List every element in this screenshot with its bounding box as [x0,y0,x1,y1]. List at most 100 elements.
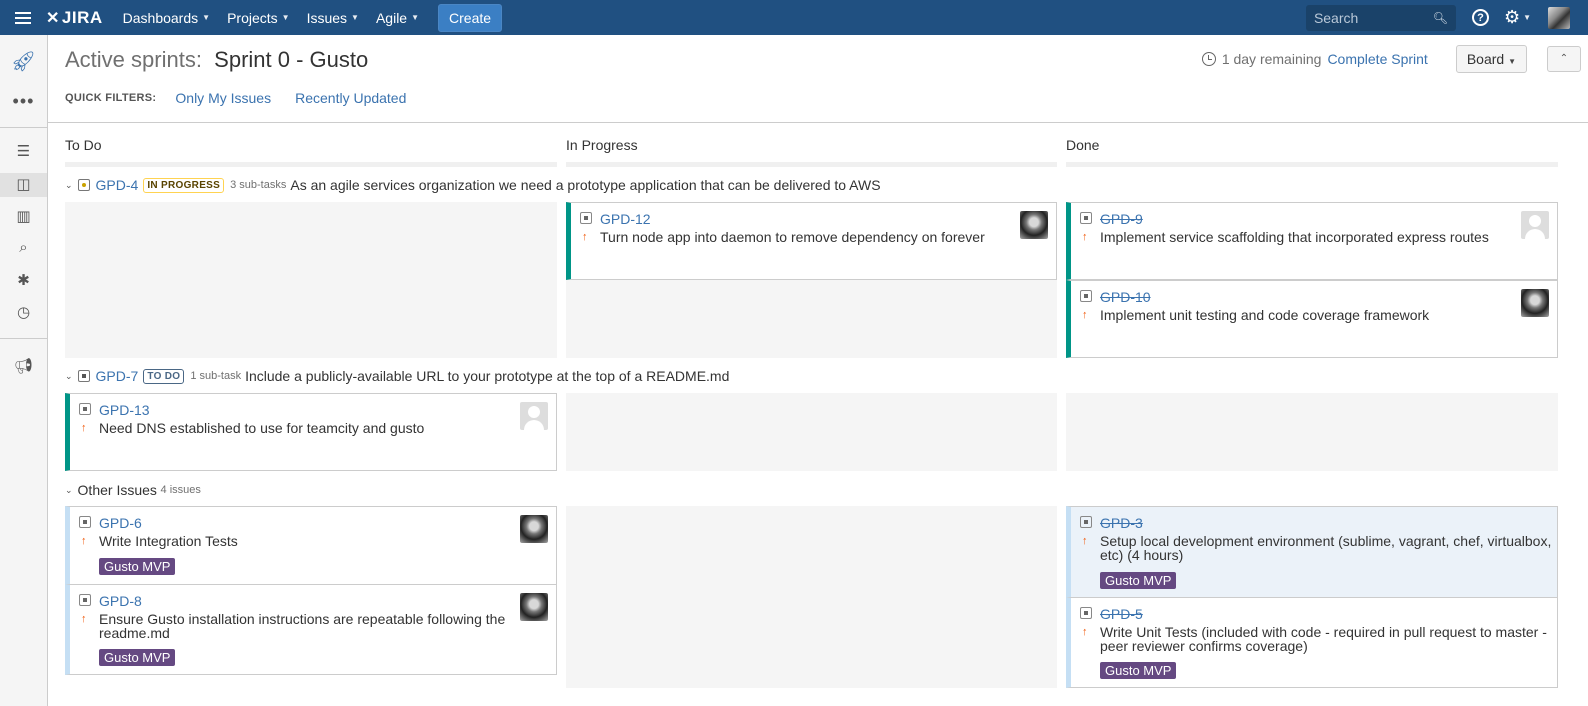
issue-card[interactable]: GPD-10 ↑ Implement unit testing and code… [1066,280,1558,358]
issue-summary: Implement service scaffolding that incor… [1100,229,1489,245]
unassigned-avatar [520,402,548,430]
search-input[interactable]: Search 🔍︎ [1305,4,1456,31]
task-icon [79,516,91,528]
issue-key[interactable]: GPD-3 [1100,515,1143,531]
issue-summary: Write Unit Tests (included with code - r… [1100,624,1547,654]
nav-agile[interactable]: Agile ▼ [376,10,419,26]
complete-sprint-link[interactable]: Complete Sprint [1327,51,1427,67]
chevron-down-icon: ▼ [281,13,290,22]
board-button[interactable]: Board ▼ [1455,44,1527,73]
jira-logo[interactable]: ✕ JIRA [46,8,103,28]
issue-key[interactable]: GPD-7 [96,368,139,384]
issue-summary: Turn node app into daemon to remove depe… [600,229,985,245]
priority-major-icon: ↑ [81,613,87,625]
issue-count: 4 issues [160,484,201,496]
epic-label[interactable]: Gusto MVP [99,558,176,575]
issue-card[interactable]: GPD-5 ↑ Write Unit Tests (included with … [1066,597,1558,688]
backlog-icon[interactable]: ☰ [0,142,47,160]
user-avatar[interactable] [1548,6,1570,29]
priority-major-icon: ↑ [1082,231,1088,243]
chevron-down-icon: ▼ [1523,13,1531,22]
chevron-down-icon[interactable]: ⌄ [65,485,73,496]
issue-summary: Ensure Gusto installation instructions a… [99,611,506,641]
epic-label[interactable]: Gusto MVP [1100,662,1177,679]
more-icon[interactable]: ••• [0,91,47,112]
bug-icon[interactable]: ✱ [0,271,47,289]
chevron-down-icon[interactable]: ⌄ [65,180,73,191]
days-remaining: 1 day remaining [1221,50,1322,67]
subtask-icon [1080,212,1092,224]
issues-search-icon[interactable]: ⌕ [0,239,47,256]
issue-summary: Need DNS established to use for teamcity… [99,420,425,436]
quick-filter-recently-updated[interactable]: Recently Updated [295,90,406,106]
chevron-down-icon[interactable]: ⌄ [65,371,73,382]
issue-key[interactable]: GPD-4 [96,177,139,193]
column-in-progress: In Progress [566,137,638,153]
nav-dashboards[interactable]: Dashboards ▼ [123,10,210,26]
board-icon[interactable]: ◫ [0,173,47,197]
status-badge: IN PROGRESS [143,177,225,193]
issue-card[interactable]: GPD-13 ↑ Need DNS established to use for… [65,393,557,471]
issue-key[interactable]: GPD-8 [99,593,142,609]
swimlane-title: Other Issues [77,482,157,498]
rocket-icon[interactable]: 🚀︎ [0,49,47,74]
reports-icon[interactable]: ▥ [0,207,47,225]
project-sidebar: 🚀︎ ••• ☰ ◫ ▥ ⌕ ✱ ◷ 📢︎ [0,35,48,706]
issue-key[interactable]: GPD-10 [1100,289,1151,305]
column-to-do: To Do [65,137,102,153]
megaphone-icon[interactable]: 📢︎ [0,357,47,375]
issue-summary: Write Integration Tests [99,533,238,549]
top-navigation: ✕ JIRA Dashboards ▼ Projects ▼ Issues ▼ Agil… [0,0,1588,35]
subtask-icon [79,403,91,415]
create-button[interactable]: Create [438,3,503,32]
issue-card-selected[interactable]: GPD-3 ↑ Setup local development environm… [1066,506,1558,598]
gear-icon[interactable]: ⚙ [1504,7,1520,28]
issue-card[interactable]: GPD-6 ↑ Write Integration Tests Gusto MV… [65,506,557,585]
assignee-avatar [1020,211,1048,239]
app-switcher-icon[interactable] [0,0,46,35]
swimlane-other-issues[interactable]: ⌄ Other Issues 4 issues [65,482,205,498]
priority-major-icon: ↑ [81,422,87,434]
priority-major-icon: ↑ [81,535,87,547]
chevron-down-icon: ▼ [351,13,359,22]
issue-key[interactable]: GPD-6 [99,515,142,531]
issue-summary: Setup local development environment (sub… [1100,533,1552,563]
unassigned-avatar [1521,211,1549,239]
issue-key[interactable]: GPD-12 [600,211,651,227]
status-badge: TO DO [143,368,185,384]
task-icon [1080,516,1092,528]
issue-summary: Include a publicly-available URL to your… [245,368,730,384]
nav-issues[interactable]: Issues ▼ [307,10,359,26]
quick-filter-only-my-issues[interactable]: Only My Issues [175,90,271,106]
issue-key[interactable]: GPD-9 [1100,211,1143,227]
page-title: Active sprints: Sprint 0 - Gusto [65,47,369,72]
issue-card[interactable]: GPD-12 ↑ Turn node app into daemon to re… [566,202,1057,280]
priority-major-icon: ↑ [1082,626,1088,638]
search-icon: 🔍︎ [1432,10,1448,25]
quick-filters: QUICK FILTERS: Only My Issues Recently U… [65,90,407,106]
issue-key[interactable]: GPD-5 [1100,606,1143,622]
task-icon [77,370,90,382]
story-icon [77,179,90,191]
issue-key[interactable]: GPD-13 [99,402,150,418]
release-icon[interactable]: ◷ [0,303,47,321]
help-icon[interactable]: ? [1471,9,1489,26]
issue-card[interactable]: GPD-8 ↑ Ensure Gusto installation instru… [65,584,557,675]
issue-card[interactable]: GPD-9 ↑ Implement service scaffolding th… [1066,202,1558,280]
task-icon [1080,607,1092,619]
chevron-down-icon: ▼ [202,13,211,22]
swimlane-header[interactable]: ⌄ GPD-4 IN PROGRESS 3 sub-tasks As an ag… [65,177,881,193]
task-icon [79,594,91,606]
epic-label[interactable]: Gusto MVP [99,649,176,666]
subtask-count: 3 sub-tasks [230,179,287,191]
swimlane-header[interactable]: ⌄ GPD-7 TO DO 1 sub-task Include a publi… [65,368,729,384]
priority-major-icon: ↑ [1082,309,1088,321]
issue-summary: As an agile services organization we nee… [290,177,881,193]
chevron-down-icon: ▼ [1508,56,1516,66]
subtask-icon [1080,290,1092,302]
epic-label[interactable]: Gusto MVP [1100,572,1177,589]
nav-projects[interactable]: Projects ▼ [227,10,290,26]
priority-major-icon: ↑ [1082,535,1088,547]
column-done: Done [1066,137,1100,153]
collapse-header-button[interactable]: ⌃ [1547,45,1581,72]
